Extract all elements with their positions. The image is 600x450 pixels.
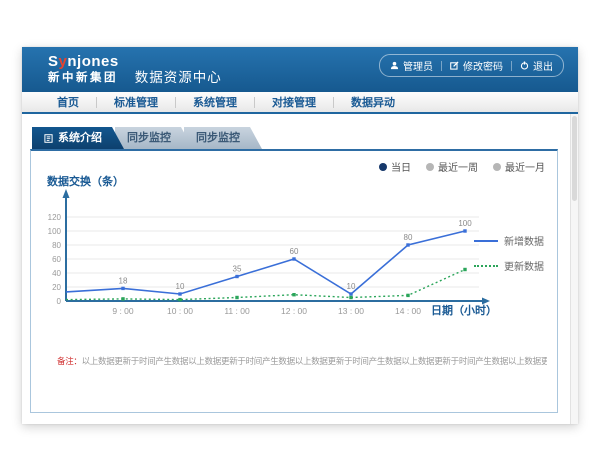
- nav-item-standard-management[interactable]: 标准管理: [97, 94, 175, 110]
- logout-label: 退出: [533, 58, 553, 73]
- radio-dot-icon: [426, 163, 434, 171]
- svg-text:120: 120: [48, 213, 62, 222]
- radio-last-week-label: 最近一周: [438, 159, 478, 174]
- change-password-label: 修改密码: [463, 58, 503, 73]
- svg-text:10 : 00: 10 : 00: [167, 306, 193, 316]
- tab-label: 同步监控: [127, 127, 171, 149]
- svg-text:14 : 00: 14 : 00: [395, 306, 421, 316]
- divider: [441, 61, 442, 71]
- radio-today[interactable]: 当日: [379, 159, 411, 174]
- admin-user-label: 管理员: [403, 58, 433, 73]
- user-icon: [390, 61, 399, 70]
- svg-text:60: 60: [52, 255, 61, 264]
- radio-today-label: 当日: [391, 159, 411, 174]
- legend-new-data: 新增数据: [474, 233, 544, 248]
- tab-bar: 系统介绍 同步监控 同步监控: [32, 127, 253, 149]
- footnote-text: 以上数据更新于时间产生数据以上数据更新于时间产生数据以上数据更新于时间产生数据以…: [82, 356, 547, 366]
- tab-sync-monitor-2[interactable]: 同步监控: [184, 127, 262, 149]
- legend-update-data: 更新数据: [474, 258, 544, 273]
- tab-label: 系统介绍: [58, 127, 102, 149]
- svg-text:18: 18: [119, 276, 128, 285]
- chart-panel: 当日 最近一周 最近一月 数据交换（条） 0204060801001209 : …: [30, 149, 558, 413]
- divider: [511, 61, 512, 71]
- legend-update-data-label: 更新数据: [504, 258, 544, 273]
- scrollbar-thumb[interactable]: [572, 116, 577, 201]
- svg-text:35: 35: [233, 265, 242, 274]
- nav-item-interface-management[interactable]: 对接管理: [255, 94, 333, 110]
- logout-button[interactable]: 退出: [520, 58, 553, 73]
- tab-sync-monitor-1[interactable]: 同步监控: [115, 127, 193, 149]
- chart-legend: 新增数据 更新数据: [474, 233, 544, 273]
- radio-last-week[interactable]: 最近一周: [426, 159, 478, 174]
- vertical-scrollbar[interactable]: [570, 114, 578, 424]
- legend-new-data-label: 新增数据: [504, 233, 544, 248]
- tab-system-intro[interactable]: 系统介绍: [32, 127, 124, 149]
- document-icon: [44, 134, 53, 143]
- svg-text:80: 80: [52, 241, 61, 250]
- svg-text:100: 100: [458, 219, 472, 228]
- footnote-label: 备注：: [57, 356, 82, 366]
- app-header: Synjones 新中新集团 数据资源中心 管理员 修改密码: [22, 47, 578, 92]
- solid-line-swatch-icon: [474, 240, 498, 242]
- svg-text:80: 80: [404, 233, 413, 242]
- nav-item-system-management[interactable]: 系统管理: [176, 94, 254, 110]
- company-logo[interactable]: Synjones 新中新集团: [48, 54, 119, 84]
- svg-text:12 : 00: 12 : 00: [281, 306, 307, 316]
- radio-last-month[interactable]: 最近一月: [493, 159, 545, 174]
- content-area: 系统介绍 同步监控 同步监控 当日 最近一周: [22, 114, 578, 424]
- svg-text:60: 60: [290, 247, 299, 256]
- page-title: 数据资源中心: [135, 66, 222, 86]
- logo-brand-text: Synjones: [48, 54, 119, 71]
- radio-last-month-label: 最近一月: [505, 159, 545, 174]
- edit-icon: [450, 61, 459, 70]
- change-password-button[interactable]: 修改密码: [450, 58, 503, 73]
- radio-dot-icon: [379, 163, 387, 171]
- main-nav: 首页 标准管理 系统管理 对接管理 数据异动: [22, 92, 578, 114]
- app-window: Synjones 新中新集团 数据资源中心 管理员 修改密码: [22, 47, 578, 424]
- admin-user-button[interactable]: 管理员: [390, 58, 433, 73]
- tab-label: 同步监控: [196, 127, 240, 149]
- logo-company-text: 新中新集团: [48, 72, 119, 85]
- dotted-line-swatch-icon: [474, 265, 498, 267]
- svg-text:10: 10: [176, 282, 185, 291]
- nav-item-data-change[interactable]: 数据异动: [334, 94, 412, 110]
- svg-text:10: 10: [347, 282, 356, 291]
- time-range-filter: 当日 最近一周 最近一月: [379, 159, 545, 174]
- user-bar: 管理员 修改密码 退出: [379, 54, 564, 77]
- chart-x-axis-label: 日期（小时）: [431, 302, 497, 318]
- power-icon: [520, 61, 529, 70]
- nav-item-home[interactable]: 首页: [40, 94, 96, 110]
- svg-text:40: 40: [52, 269, 61, 278]
- svg-text:13 : 00: 13 : 00: [338, 306, 364, 316]
- svg-text:9 : 00: 9 : 00: [112, 306, 134, 316]
- footnote: 备注：以上数据更新于时间产生数据以上数据更新于时间产生数据以上数据更新于时间产生…: [57, 355, 547, 367]
- svg-text:11 : 00: 11 : 00: [224, 306, 250, 316]
- svg-text:0: 0: [57, 297, 62, 306]
- svg-text:20: 20: [52, 283, 61, 292]
- svg-text:100: 100: [48, 227, 62, 236]
- radio-dot-icon: [493, 163, 501, 171]
